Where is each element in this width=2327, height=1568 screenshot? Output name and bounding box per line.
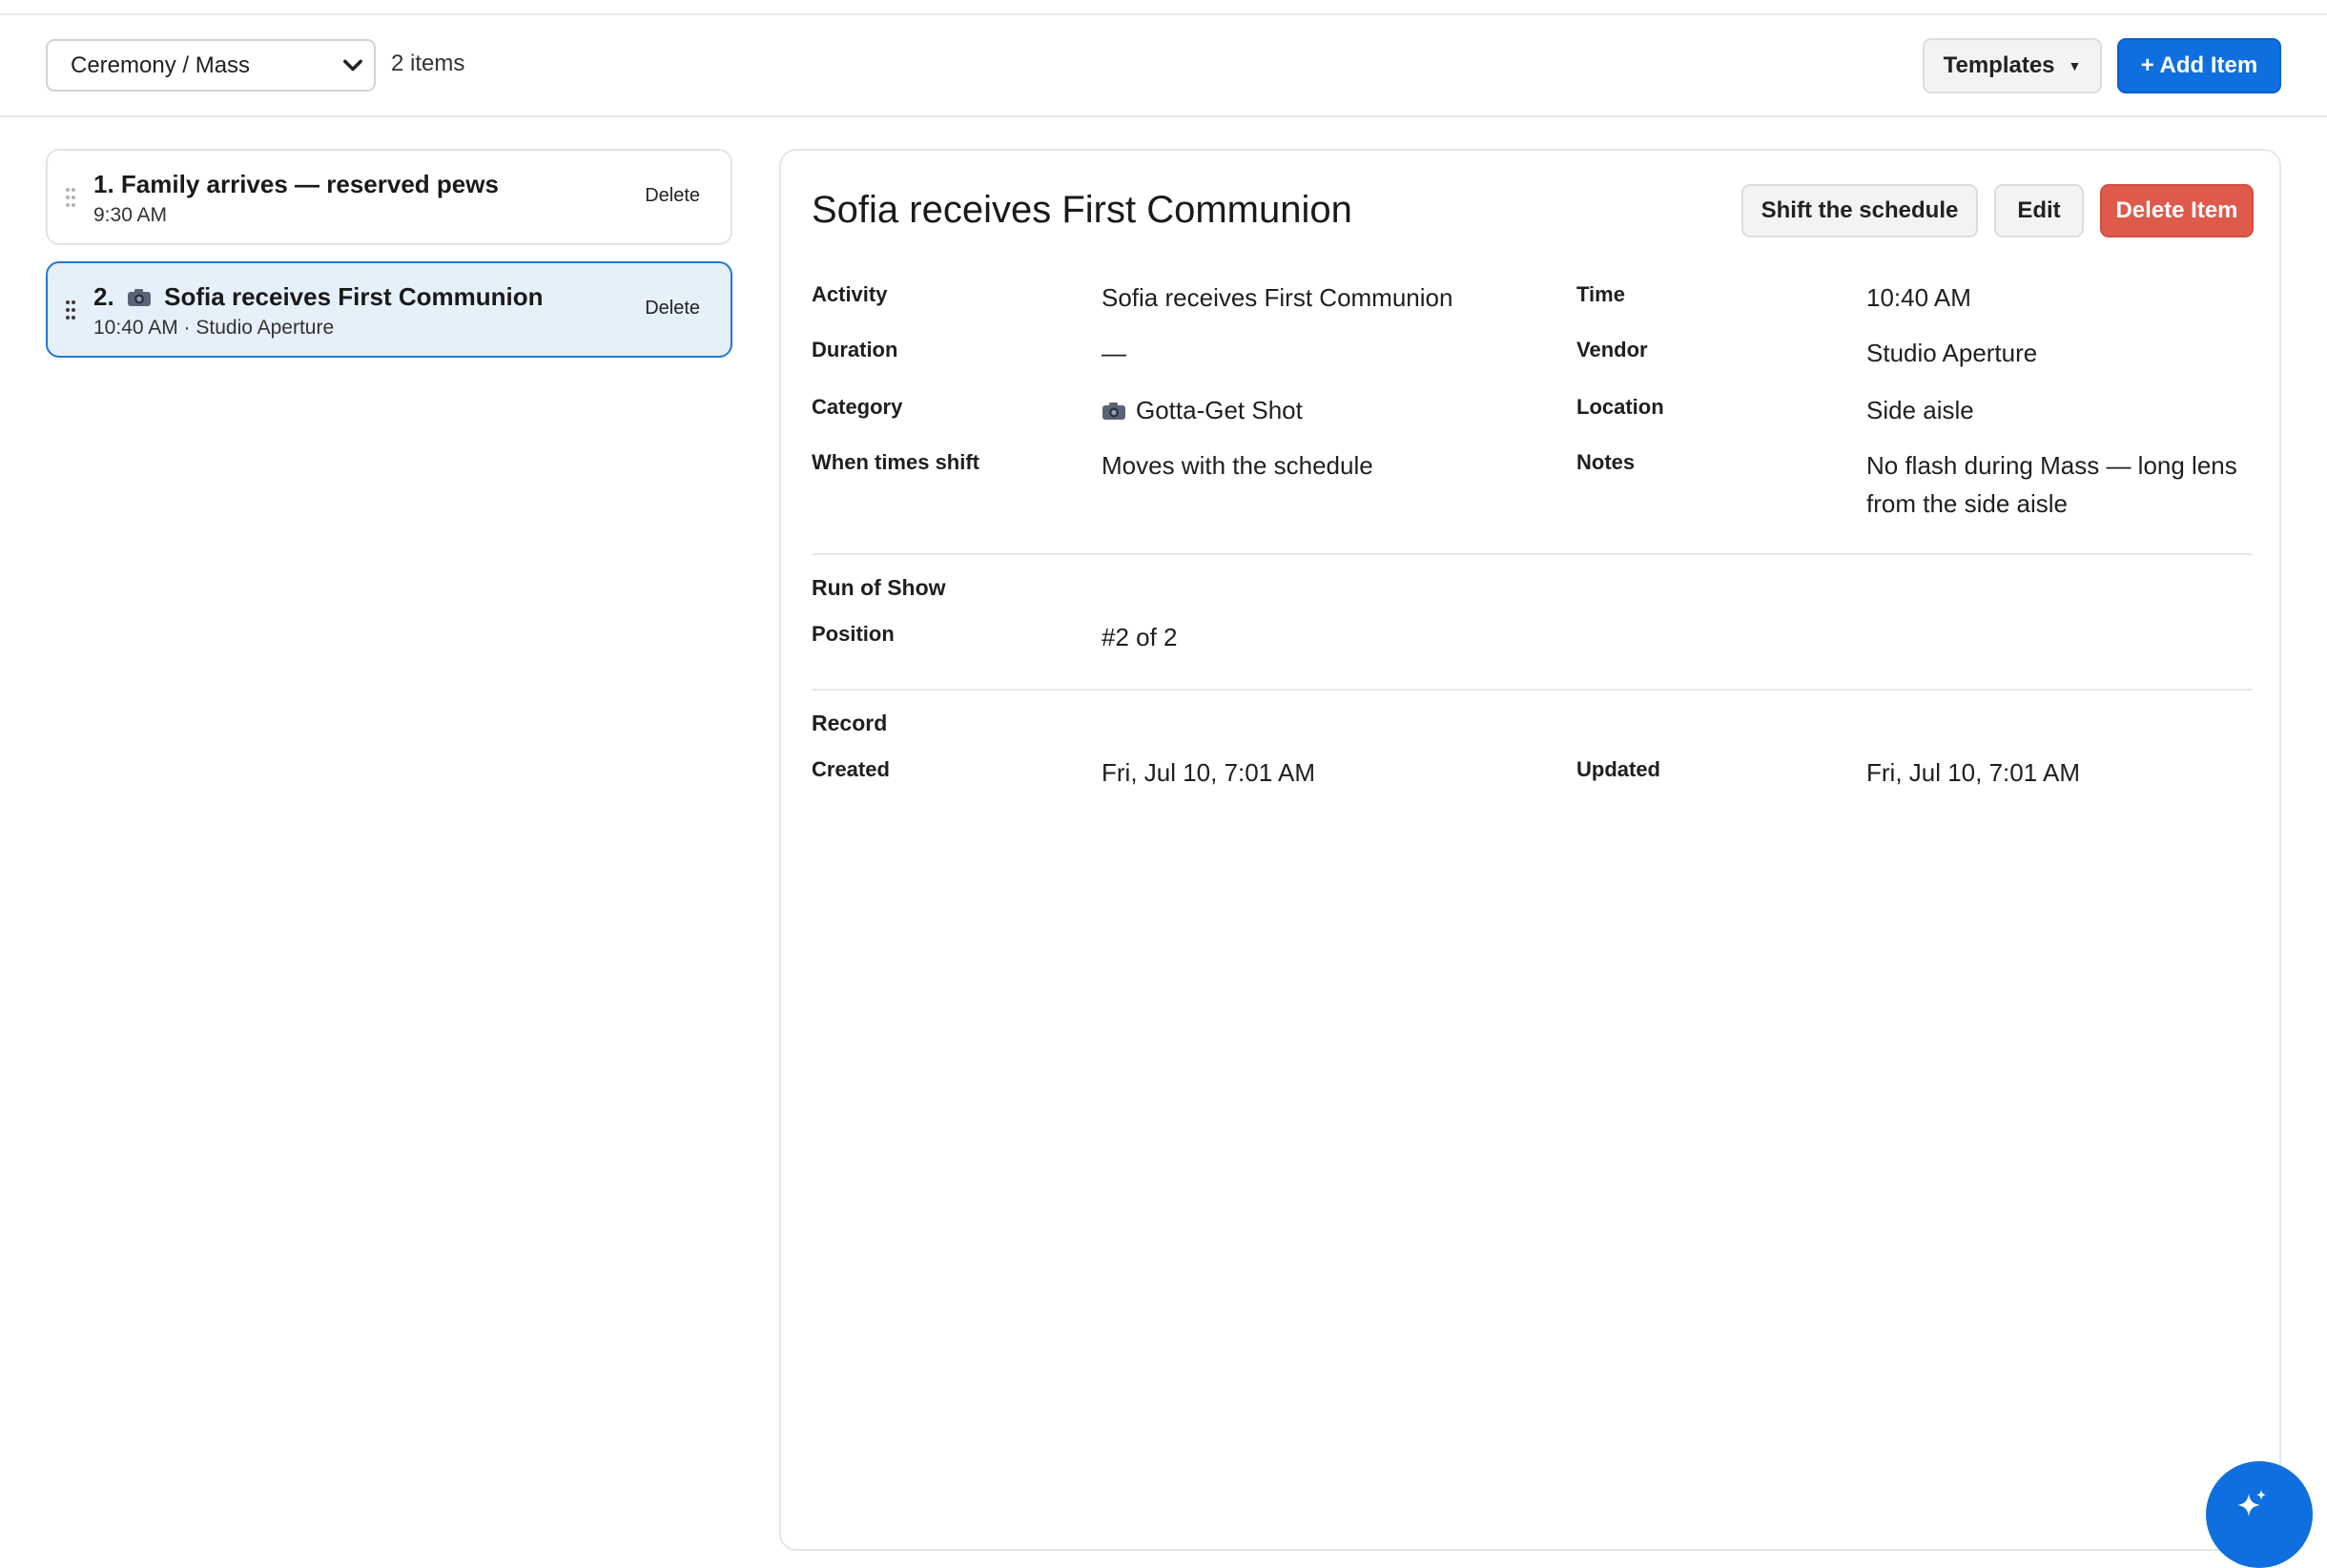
category-value: Gotta-Get Shot bbox=[1102, 391, 1303, 429]
notes-label: Notes bbox=[1576, 450, 1636, 474]
record-heading: Record bbox=[812, 711, 888, 735]
when-times-shift-value: Moves with the schedule bbox=[1102, 451, 1373, 480]
list-item-subtitle: 9:30 AM bbox=[93, 204, 168, 226]
drag-handle-icon[interactable] bbox=[65, 187, 76, 208]
camera-icon bbox=[127, 289, 151, 306]
category-text: Gotta-Get Shot bbox=[1136, 396, 1303, 424]
duration-label: Duration bbox=[812, 338, 898, 361]
time-label: Time bbox=[1576, 282, 1625, 306]
camera-icon bbox=[1102, 402, 1125, 420]
delete-item-label: Delete Item bbox=[2115, 197, 2238, 223]
detail-title: Sofia receives First Communion bbox=[812, 189, 1352, 231]
list-item[interactable]: 2. Sofia receives First Communion 10:40 … bbox=[46, 261, 732, 358]
item-count: 2 items bbox=[391, 51, 465, 76]
vendor-label: Vendor bbox=[1576, 338, 1648, 361]
location-value: Side aisle bbox=[1866, 396, 1974, 424]
position-value: #2 of 2 bbox=[1102, 623, 1178, 651]
templates-label: Templates bbox=[1943, 52, 2055, 78]
sparkle-icon bbox=[2237, 1490, 2266, 1516]
category-label: Category bbox=[812, 395, 903, 419]
updated-value: Fri, Jul 10, 7:01 AM bbox=[1866, 758, 2080, 787]
list-item-name: Sofia receives First Communion bbox=[164, 282, 544, 311]
time-value: 10:40 AM bbox=[1866, 283, 1971, 312]
section-select-value: Ceremony / Mass bbox=[71, 52, 251, 78]
created-value: Fri, Jul 10, 7:01 AM bbox=[1102, 758, 1315, 787]
toolbar: Ceremony / Mass 2 items Templates ▼ + Ad… bbox=[0, 15, 2327, 117]
location-label: Location bbox=[1576, 395, 1664, 419]
edit-button[interactable]: Edit bbox=[1994, 184, 2084, 237]
created-label: Created bbox=[812, 757, 890, 781]
templates-button[interactable]: Templates ▼ bbox=[1923, 38, 2102, 93]
updated-label: Updated bbox=[1576, 757, 1660, 781]
assistant-fab-button[interactable] bbox=[2206, 1461, 2313, 1568]
shift-schedule-button[interactable]: Shift the schedule bbox=[1741, 184, 1978, 237]
section-divider bbox=[812, 689, 2253, 691]
list-item-delete-button[interactable]: Delete bbox=[645, 298, 700, 320]
list-item[interactable]: 1. Family arrives — reserved pews 9:30 A… bbox=[46, 149, 732, 245]
shift-schedule-label: Shift the schedule bbox=[1761, 197, 1959, 223]
activity-value: Sofia receives First Communion bbox=[1102, 283, 1453, 312]
add-item-button[interactable]: + Add Item bbox=[2117, 38, 2281, 93]
delete-item-button[interactable]: Delete Item bbox=[2100, 184, 2254, 237]
caret-down-icon: ▼ bbox=[2068, 58, 2082, 73]
section-divider bbox=[812, 553, 2253, 555]
section-select[interactable]: Ceremony / Mass bbox=[46, 39, 376, 92]
run-of-show-heading: Run of Show bbox=[812, 575, 946, 600]
list-item-title: 2. Sofia receives First Communion bbox=[93, 282, 543, 312]
list-item-delete-button[interactable]: Delete bbox=[645, 185, 700, 207]
notes-value: No flash during Mass — long lens from th… bbox=[1866, 451, 2237, 518]
detail-panel: Sofia receives First Communion Shift the… bbox=[779, 149, 2281, 1551]
duration-value: — bbox=[1102, 339, 1126, 367]
position-label: Position bbox=[812, 622, 895, 646]
list-item-number: 2. bbox=[93, 282, 114, 311]
activity-label: Activity bbox=[812, 282, 888, 306]
vendor-value: Studio Aperture bbox=[1866, 339, 2038, 367]
list-item-subtitle: 10:40 AM · Studio Aperture bbox=[93, 317, 335, 339]
chevron-down-icon bbox=[343, 59, 362, 72]
drag-handle-icon[interactable] bbox=[65, 299, 76, 320]
add-item-label: + Add Item bbox=[2140, 52, 2258, 78]
list-item-title: 1. Family arrives — reserved pews bbox=[93, 170, 499, 198]
edit-label: Edit bbox=[2017, 197, 2061, 223]
when-times-shift-label: When times shift bbox=[812, 450, 980, 474]
